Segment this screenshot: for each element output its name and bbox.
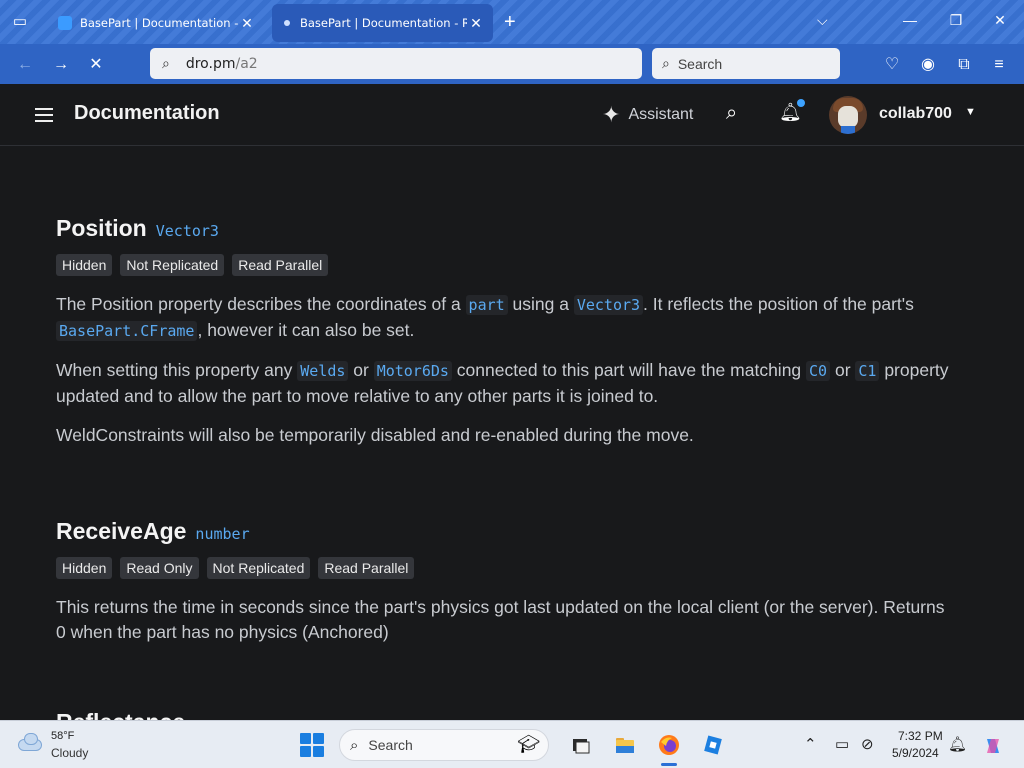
code-link-cframe[interactable]: BasePart.CFrame <box>56 321 198 341</box>
hamburger-icon[interactable] <box>35 108 53 122</box>
weather-description[interactable]: Cloudy <box>51 746 88 760</box>
code-link-c0[interactable]: C0 <box>806 361 831 381</box>
page-title[interactable]: Documentation <box>74 102 220 125</box>
new-tab-button[interactable]: + <box>504 12 516 32</box>
file-manager-app-icon[interactable] <box>567 731 595 759</box>
site-header: Documentation ✦ Assistant ⌕ 🔔︎ <box>0 84 1024 146</box>
forward-icon[interactable]: → <box>50 54 72 76</box>
search-icon: ⌕ <box>662 55 670 71</box>
code-link-part[interactable]: part <box>465 295 508 315</box>
search-placeholder: Search <box>677 55 723 72</box>
main-content: Position Vector3 Hidden Not Replicated R… <box>0 147 1024 720</box>
search-icon: ⌕ <box>350 736 359 754</box>
minimize-icon[interactable]: — <box>900 12 920 28</box>
weather-temperature[interactable]: 58°F <box>51 730 74 742</box>
tag-list: Hidden Read Only Not Replicated Read Par… <box>56 557 956 579</box>
tag-list: Hidden Not Replicated Read Parallel <box>56 254 956 276</box>
tag-badge: Hidden <box>56 557 113 579</box>
caret-down-icon[interactable]: ▼ <box>965 106 976 118</box>
back-icon[interactable]: ← <box>14 54 36 76</box>
clock-time[interactable]: 7:32 PM <box>898 729 943 743</box>
active-app-indicator <box>661 763 677 766</box>
address-bar[interactable]: ⌕ dro.pm/a2 <box>150 48 642 79</box>
loading-icon <box>284 20 290 26</box>
property-receiveage: ReceiveAge number Hidden Read Only Not R… <box>56 518 956 645</box>
network-icon[interactable]: ⊘ <box>861 735 874 753</box>
chevron-down-icon[interactable]: ⌵ <box>817 12 828 29</box>
tag-badge: Not Replicated <box>206 557 311 579</box>
property-type-link[interactable]: Vector3 <box>156 222 219 240</box>
browser-nav-bar: ← → ✕ ⌕ dro.pm/a2 ⌕ Search ♡ ◉ ⧉ ≡ <box>0 44 1024 84</box>
tab-close-icon[interactable]: ✕ <box>467 15 485 32</box>
extensions-icon[interactable]: ⧉ <box>953 54 975 76</box>
search-icon: ⌕ <box>162 55 170 71</box>
assistant-button[interactable]: ✦ Assistant <box>602 102 693 128</box>
taskbar-search-input[interactable]: ⌕ Search 🎓︎ <box>339 729 549 761</box>
display-icon[interactable]: ▭ <box>835 735 849 753</box>
property-name-partial: Reflectance <box>56 709 185 720</box>
description-paragraph: This returns the time in seconds since t… <box>56 597 945 642</box>
favicon-icon <box>58 16 72 30</box>
username[interactable]: collab700 <box>879 105 952 123</box>
search-icon[interactable]: ⌕ <box>726 102 737 125</box>
code-link-motor6ds[interactable]: Motor6Ds <box>373 361 452 381</box>
notification-badge <box>797 99 805 107</box>
tab-close-icon[interactable]: ✕ <box>238 15 256 32</box>
windows-start-icon[interactable] <box>300 733 324 757</box>
taskbar: 58°F Cloudy ⌕ Search 🎓︎ ⌃ ▭ ⊘ 7:32 PM 5/… <box>0 720 1024 768</box>
window-close-icon[interactable]: ✕ <box>990 12 1010 29</box>
tab-list-icon[interactable]: ▭ <box>8 10 32 34</box>
tag-badge: Read Only <box>120 557 199 579</box>
tab-title: BasePart | Documentation - Rob <box>300 16 467 30</box>
description-paragraph: When setting this property any Welds or … <box>56 360 949 406</box>
description-paragraph: WeldConstraints will also be temporarily… <box>56 425 694 445</box>
bell-icon[interactable]: 🔔︎ <box>948 735 967 753</box>
cloud-icon[interactable] <box>18 733 44 751</box>
browser-tab-active[interactable]: BasePart | Documentation - Rob ✕ <box>272 4 493 42</box>
url-host: dro.pm <box>185 55 236 72</box>
tag-badge: Not Replicated <box>120 254 225 276</box>
tag-badge: Read Parallel <box>232 254 329 276</box>
browser-tab-strip: ▭ BasePart | Documentation - Rob ✕ BaseP… <box>0 0 1024 44</box>
description-paragraph: The Position property describes the coor… <box>56 294 914 341</box>
firefox-app-icon[interactable] <box>655 731 683 759</box>
property-type-link[interactable]: number <box>195 525 249 543</box>
property-name: ReceiveAge <box>56 518 187 544</box>
stop-icon[interactable]: ✕ <box>85 54 107 76</box>
restore-icon[interactable]: ❐ <box>946 12 966 29</box>
menu-icon[interactable]: ≡ <box>988 54 1010 76</box>
account-icon[interactable]: ◉ <box>917 54 939 76</box>
pocket-icon[interactable]: ♡ <box>881 54 903 76</box>
browser-search-input[interactable]: ⌕ Search <box>652 48 840 79</box>
tag-badge: Read Parallel <box>318 557 415 579</box>
copilot-icon[interactable] <box>982 735 1004 761</box>
property-name: Position <box>56 215 147 241</box>
code-link-vector3[interactable]: Vector3 <box>573 295 644 315</box>
url-path: /a2 <box>235 55 258 72</box>
tag-badge: Hidden <box>56 254 113 276</box>
sparkle-icon: ✦ <box>602 102 621 127</box>
tab-title: BasePart | Documentation - Rob <box>80 16 238 30</box>
clock-date[interactable]: 5/9/2024 <box>892 746 939 760</box>
property-position: Position Vector3 Hidden Not Replicated R… <box>56 215 956 448</box>
code-link-welds[interactable]: Welds <box>297 361 349 381</box>
graduation-cap-icon: 🎓︎ <box>517 734 540 754</box>
search-placeholder: Search <box>368 737 413 753</box>
folder-app-icon[interactable] <box>611 731 639 759</box>
browser-tab[interactable]: BasePart | Documentation - Rob ✕ <box>50 4 264 42</box>
roblox-studio-app-icon[interactable] <box>699 731 727 759</box>
assistant-label: Assistant <box>628 106 694 123</box>
chevron-up-icon[interactable]: ⌃ <box>804 735 817 753</box>
avatar[interactable] <box>829 96 867 134</box>
code-link-c1[interactable]: C1 <box>855 361 880 381</box>
